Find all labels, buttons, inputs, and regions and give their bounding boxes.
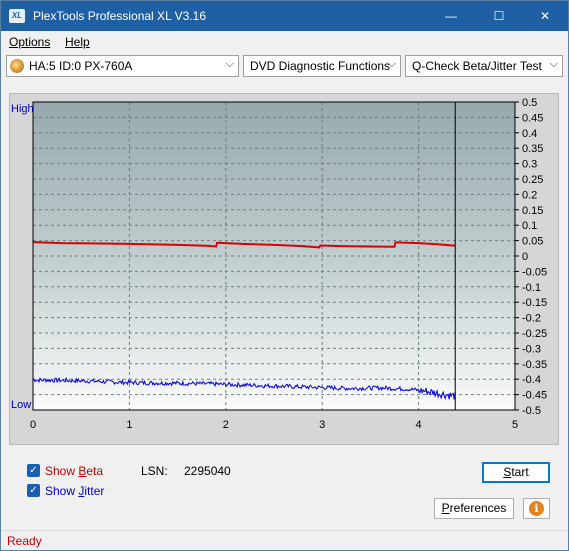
y-tick-label: -0.45 [522, 390, 547, 402]
y-tick-label: -0.4 [522, 374, 541, 386]
function-select[interactable]: DVD Diagnostic Functions ⌵ [243, 55, 401, 77]
start-button[interactable]: Start [482, 462, 550, 483]
y-tick-label: -0.05 [522, 266, 547, 278]
show-jitter-rest: itter [84, 484, 105, 498]
disc-drive-icon [10, 59, 24, 73]
menu-help-label: Help [65, 35, 90, 49]
preferences-accel: P [441, 501, 450, 515]
y-tick-label: 0.3 [522, 159, 537, 171]
window-title: PlexTools Professional XL V3.16 [33, 9, 206, 23]
x-tick-label: 3 [319, 419, 325, 431]
chevron-down-icon: ⌵ [387, 58, 396, 70]
y-left-high-label: High [11, 103, 34, 115]
close-button[interactable]: ✕ [522, 1, 568, 31]
test-select[interactable]: Q-Check Beta/Jitter Test ⌵ [405, 55, 563, 77]
show-beta-rest: eta [86, 464, 104, 478]
minimize-button[interactable]: — [428, 1, 474, 31]
menu-options-label: Options [9, 35, 51, 49]
function-select-value: DVD Diagnostic Functions [250, 59, 391, 73]
y-left-low-label: Low [11, 399, 31, 411]
show-beta-checkbox[interactable]: ✓ [27, 464, 40, 477]
y-tick-label: 0 [522, 251, 528, 263]
y-tick-label: -0.25 [522, 328, 547, 340]
y-tick-label: 0.5 [522, 97, 537, 109]
app-window: XL PlexTools Professional XL V3.16 — ☐ ✕… [0, 0, 569, 551]
y-tick-label: 0.15 [522, 205, 543, 217]
y-tick-label: -0.1 [522, 282, 541, 294]
y-tick-label: 0.2 [522, 189, 537, 201]
y-tick-label: 0.25 [522, 174, 543, 186]
preferences-rest: references [449, 501, 507, 515]
y-tick-label: -0.3 [522, 343, 541, 355]
show-jitter-label[interactable]: Show Jitter [45, 484, 104, 498]
x-tick-label: 4 [416, 419, 422, 431]
control-panel: ✓ Show Beta ✓ Show Jitter LSN: 2295040 S… [9, 453, 559, 523]
lsn-label: LSN: [141, 464, 168, 478]
y-tick-label: -0.35 [522, 359, 547, 371]
x-tick-label: 0 [30, 419, 36, 431]
menu-help[interactable]: Help [65, 35, 90, 49]
chart-panel: 0 1 2 3 4 5 0.5 0.45 0.4 0.35 0.3 0.25 0.2 0.15 0.1 0.0… [9, 93, 559, 445]
start-rest: tart [511, 465, 529, 479]
x-tick-label: 5 [512, 419, 518, 431]
status-bar: Ready [1, 530, 568, 550]
preferences-button[interactable]: Preferences [434, 498, 514, 519]
y-tick-label: -0.5 [522, 405, 541, 417]
menu-bar: Options Help [1, 31, 568, 53]
y-tick-label: 0.1 [522, 220, 537, 232]
status-text: Ready [7, 534, 42, 548]
drive-select-value: HA:5 ID:0 PX-760A [29, 59, 133, 73]
test-select-value: Q-Check Beta/Jitter Test [412, 59, 542, 73]
info-button[interactable]: i [523, 498, 550, 519]
drive-select[interactable]: HA:5 ID:0 PX-760A ⌵ [6, 55, 239, 77]
maximize-button[interactable]: ☐ [476, 1, 522, 31]
show-beta-label[interactable]: Show Beta [45, 464, 103, 478]
info-icon: i [529, 501, 544, 516]
app-logo-icon: XL [9, 9, 25, 23]
toolbar: HA:5 ID:0 PX-760A ⌵ DVD Diagnostic Funct… [1, 53, 568, 79]
y-tick-label: 0.45 [522, 112, 543, 124]
y-tick-label: 0.35 [522, 143, 543, 155]
y-tick-label: 0.05 [522, 236, 543, 248]
y-tick-label: -0.2 [522, 313, 541, 325]
x-tick-label: 2 [223, 419, 229, 431]
grid [33, 102, 515, 410]
y-tick-label: 0.4 [522, 128, 537, 140]
show-beta-prefix: Show [45, 464, 79, 478]
beta-jitter-chart: 0 1 2 3 4 5 0.5 0.45 0.4 0.35 0.3 0.25 0.2 0.15 0.1 0.0… [11, 97, 547, 431]
show-jitter-prefix: Show [45, 484, 79, 498]
chevron-down-icon: ⌵ [549, 58, 558, 70]
x-tick-label: 1 [126, 419, 132, 431]
menu-options[interactable]: Options [9, 35, 50, 49]
show-jitter-checkbox[interactable]: ✓ [27, 484, 40, 497]
lsn-value: 2295040 [184, 464, 231, 478]
y-tick-label: -0.15 [522, 297, 547, 309]
chevron-down-icon: ⌵ [225, 58, 234, 70]
title-bar: XL PlexTools Professional XL V3.16 — ☐ ✕ [1, 1, 568, 31]
